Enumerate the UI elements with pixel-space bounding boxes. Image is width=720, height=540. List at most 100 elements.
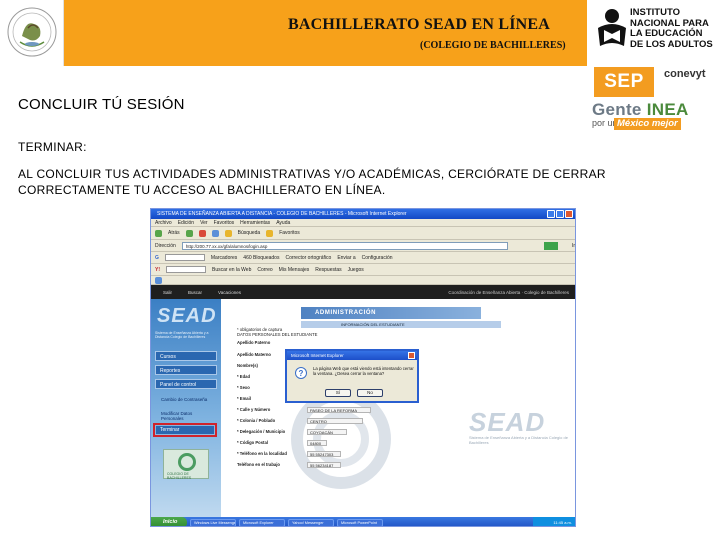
- field-label: Apellido Paterno: [237, 340, 271, 345]
- inea-name: INSTITUTO NACIONAL PARA LA EDUCACIÓN DE …: [630, 7, 713, 50]
- work-phone-field[interactable]: 55 56234187: [307, 462, 341, 468]
- menu-item[interactable]: Edición: [178, 220, 194, 226]
- web-page: Salir Buscar Vacaciones Coordinación de …: [151, 285, 575, 517]
- field-label: * Email: [237, 396, 251, 401]
- toolbar-item[interactable]: Corrector ortográfico: [285, 255, 331, 261]
- favorites-icon[interactable]: [266, 229, 274, 237]
- start-button[interactable]: Inicio: [151, 517, 187, 526]
- dialog-no-button[interactable]: No: [357, 389, 383, 397]
- menu-bar: Archivo Edición Ver Favoritos Herramient…: [151, 219, 575, 227]
- toolbar-item[interactable]: Marcadores: [211, 255, 237, 261]
- sidebar-item-reportes[interactable]: Reportes: [155, 365, 217, 375]
- gente-inea-logo: Gente INEA: [592, 100, 689, 120]
- menu-item[interactable]: Favoritos: [214, 220, 235, 226]
- field-label: * Calle y Número: [237, 407, 271, 412]
- taskbar-item[interactable]: Microsoft Explorer: [239, 518, 285, 526]
- yahoo-search-input[interactable]: [166, 266, 206, 273]
- form-row: * Calle y Número PASEO DE LA REFORMA: [237, 406, 467, 415]
- banner-subtitle: (COLEGIO DE BACHILLERES): [420, 40, 566, 51]
- admin-banner: ADMINISTRACIÓN: [301, 307, 481, 319]
- close-icon[interactable]: [565, 210, 573, 218]
- form-row: * Colonia / Poblado CENTRO: [237, 417, 467, 426]
- toolbar-item[interactable]: Mis Mensajes: [279, 267, 310, 273]
- site-topbar: Salir Buscar Vacaciones Coordinación de …: [151, 285, 575, 299]
- postal-code-field[interactable]: 04800: [307, 440, 327, 446]
- gente-word: Gente: [592, 100, 642, 119]
- dialog-message: La página Web que está viendo está inten…: [313, 366, 414, 376]
- terminar-highlight: Terminar: [153, 423, 217, 437]
- colonia-field[interactable]: CENTRO: [307, 418, 363, 424]
- field-label: * Delegación / Municipio: [237, 429, 286, 434]
- sidebar-item-cursos[interactable]: Cursos: [155, 351, 217, 361]
- sidebar-item-panel[interactable]: Panel de control: [155, 379, 217, 389]
- taskbar-item[interactable]: Yahoo! Messenger: [288, 518, 334, 526]
- phone-field[interactable]: 55 55247303: [307, 451, 341, 457]
- terminar-button[interactable]: Terminar: [156, 426, 214, 434]
- back-icon[interactable]: [155, 229, 162, 237]
- back-label[interactable]: Atrás: [168, 230, 180, 236]
- toolbar-item[interactable]: Correo: [257, 267, 272, 273]
- toolbar-item[interactable]: Configuración: [362, 255, 393, 261]
- site-sidebar: SEAD Sistema de Enseñanza Abierta y a Di…: [151, 299, 221, 517]
- inea-word: INEA: [646, 100, 689, 119]
- taskbar-item[interactable]: Windows Live Messenger: [190, 518, 236, 526]
- search-label[interactable]: Búsqueda: [238, 230, 261, 236]
- header-banner: BACHILLERATO SEAD EN LÍNEA (COLEGIO DE B…: [0, 0, 587, 66]
- menu-item[interactable]: Herramientas: [240, 220, 270, 226]
- yahoo-logo: Y!: [155, 266, 160, 273]
- street-field[interactable]: PASEO DE LA REFORMA: [307, 407, 371, 413]
- go-label[interactable]: Ir: [572, 243, 575, 249]
- toolbar-search-input[interactable]: [164, 254, 205, 261]
- topbar-link[interactable]: Salir: [163, 290, 172, 295]
- field-label: * Edad: [237, 374, 251, 379]
- conevyt-logo: conevyt: [664, 68, 706, 80]
- sidebar-subitem-profile[interactable]: Modificar Datos Personales: [161, 411, 211, 421]
- taskbar-item[interactable]: Microsoft PowerPoint: [337, 518, 383, 526]
- form-section-title: DATOS PERSONALES DEL ESTUDIANTE: [237, 332, 318, 337]
- toolbar-item[interactable]: Enviar a: [337, 255, 355, 261]
- maximize-icon[interactable]: [556, 210, 564, 218]
- page-tab-icon[interactable]: [155, 276, 162, 284]
- dialog-close-icon[interactable]: [408, 352, 415, 359]
- toolbar-item[interactable]: 460 Bloqueados: [243, 255, 279, 261]
- sead-watermark: SEAD: [469, 407, 546, 437]
- question-icon: ?: [295, 367, 307, 379]
- windows-taskbar: Inicio Windows Live Messenger Microsoft …: [151, 517, 575, 526]
- menu-item[interactable]: Archivo: [155, 220, 172, 226]
- stop-icon[interactable]: [198, 229, 206, 237]
- tab-strip: [151, 276, 575, 285]
- form-row: Apellido Paterno: [237, 339, 467, 348]
- instruction-text: AL CONCLUIR TUS ACTIVIDADES ADMINISTRATI…: [18, 167, 606, 197]
- window-title: SISTEMA DE ENSEÑANZA ABIERTA A DISTANCIA…: [157, 211, 407, 217]
- menu-item[interactable]: Ayuda: [276, 220, 290, 226]
- refresh-icon[interactable]: [211, 229, 219, 237]
- field-label: * Sexo: [237, 385, 250, 390]
- sead-watermark-caption: Sistema de Enseñanza Abierta y a Distanc…: [469, 435, 568, 445]
- nav-toolbar: Atrás Búsqueda Favoritos: [151, 227, 575, 240]
- address-bar: Dirección http://200.77.xx.xx/gfa/alumno…: [151, 240, 575, 252]
- dialog-title: Microsoft Internet Explorer: [287, 351, 417, 360]
- municipio-field[interactable]: COYOACÁN: [307, 429, 347, 435]
- dialog-yes-button[interactable]: Sí: [325, 389, 351, 397]
- close-window-dialog: Microsoft Internet Explorer ? La página …: [285, 349, 419, 403]
- topbar-link[interactable]: Buscar: [188, 290, 202, 295]
- go-button[interactable]: [543, 241, 558, 250]
- eagle-seal-icon: [7, 7, 57, 57]
- home-icon[interactable]: [224, 229, 232, 237]
- address-input[interactable]: http://200.77.xx.xx/gfa/alumnos/login.as…: [181, 241, 508, 250]
- favorites-label[interactable]: Favoritos: [279, 230, 300, 236]
- forward-icon[interactable]: [185, 229, 193, 237]
- toolbar-item[interactable]: Respuestas: [315, 267, 341, 273]
- page-heading: CONCLUIR TÚ SESIÓN: [18, 96, 185, 113]
- menu-item[interactable]: Ver: [200, 220, 208, 226]
- sead-logo: SEAD: [157, 305, 217, 327]
- toolbar-item[interactable]: Juegos: [348, 267, 364, 273]
- sidebar-subitem-password[interactable]: Cambio de Contraseña: [161, 397, 211, 402]
- topbar-link[interactable]: Vacaciones: [218, 290, 241, 295]
- inea-line-3: LA EDUCACIÓN: [630, 28, 703, 39]
- field-label: * Código Postal: [237, 440, 268, 445]
- toolbar-item[interactable]: Buscar en la Web: [212, 267, 251, 273]
- sead-caption: Sistema de Enseñanza Abierta y a Distanc…: [155, 331, 209, 339]
- minimize-icon[interactable]: [547, 210, 555, 218]
- field-label: Apellido Materno: [237, 352, 271, 357]
